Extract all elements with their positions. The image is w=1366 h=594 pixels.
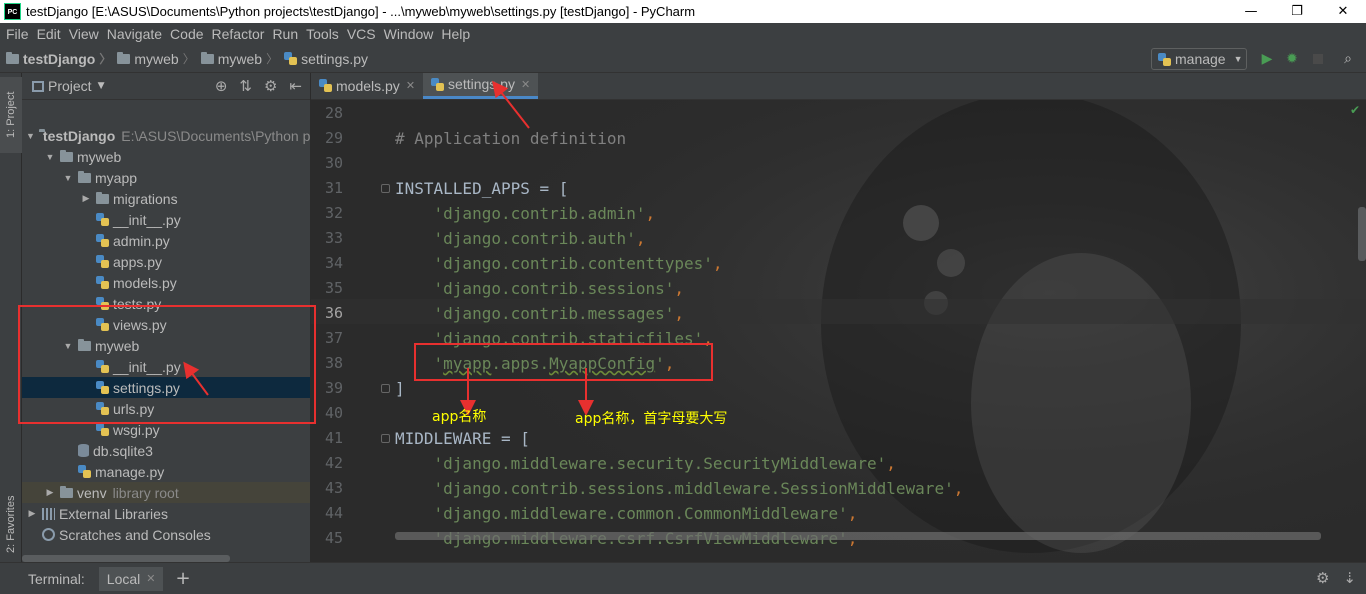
terminal-tools: ⚙ ⇣ — [1316, 569, 1356, 587]
annotation-app-name: app名称 — [432, 409, 487, 425]
new-terminal-button[interactable]: + — [175, 568, 190, 589]
arrow-to-settings-tab — [492, 80, 530, 129]
terminal-label[interactable]: Terminal: — [28, 571, 85, 587]
hide-panel-icon[interactable]: ⇣ — [1343, 569, 1356, 587]
terminal-tab-label: Local — [106, 570, 141, 587]
close-icon[interactable]: ✕ — [146, 572, 155, 585]
gear-icon[interactable]: ⚙ — [1316, 569, 1329, 587]
annotation-app-class: app名称，首字母要大写 — [575, 411, 728, 427]
terminal-bar: Terminal: Local ✕ + ⚙ ⇣ — [0, 562, 1366, 594]
arrow-to-settings-file — [183, 361, 209, 396]
terminal-tab-local[interactable]: Local ✕ — [98, 566, 164, 591]
annotation-arrows — [183, 80, 594, 416]
